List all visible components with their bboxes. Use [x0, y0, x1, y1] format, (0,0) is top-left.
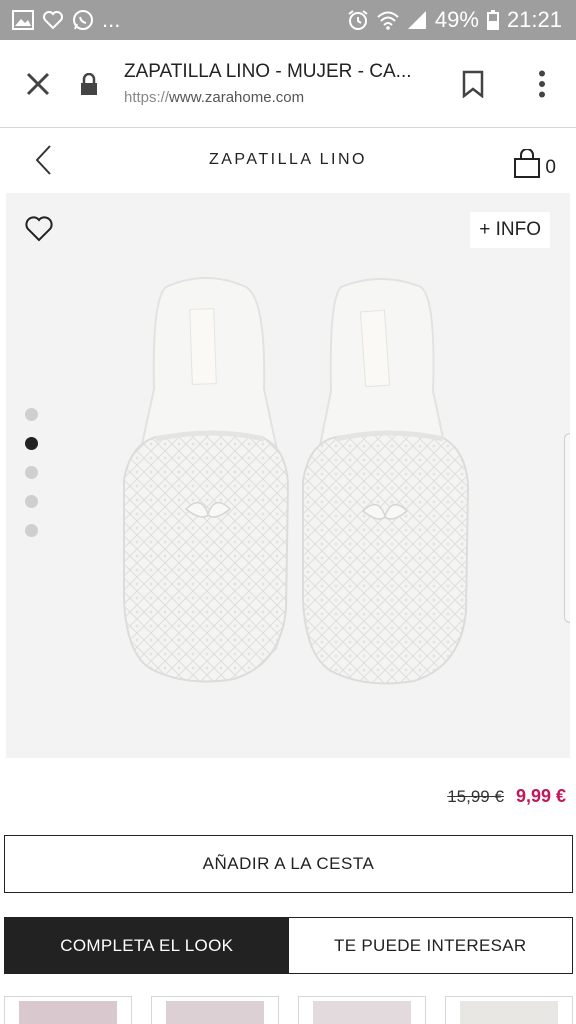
sale-price: 9,99 €: [515, 786, 566, 806]
gallery-dot[interactable]: [25, 408, 38, 421]
close-tab-button[interactable]: [0, 40, 76, 128]
clock: 21:21: [506, 7, 562, 32]
site-header: ZAPATILLA LINO 0: [0, 129, 576, 191]
product-thumbnail[interactable]: [298, 996, 426, 1024]
tab-you-may-like[interactable]: TE PUEDE INTERESAR: [288, 918, 572, 973]
info-button[interactable]: + INFO: [470, 212, 550, 248]
product-image: [122, 277, 470, 685]
gallery-icon: [12, 10, 34, 30]
url-bar[interactable]: ZAPATILLA LINO - MUJER - CA... https://w…: [124, 61, 438, 106]
back-button[interactable]: [28, 141, 58, 179]
status-bar: ... 49% 21:21: [0, 0, 576, 40]
product-image-gallery[interactable]: + INFO: [6, 193, 570, 758]
gallery-pagination: [25, 408, 38, 537]
gallery-dot-active[interactable]: [25, 437, 38, 450]
heart-notification-icon: [42, 10, 64, 30]
battery-icon: [486, 10, 499, 30]
right-slipper: [302, 278, 470, 685]
bookmark-button[interactable]: [438, 40, 508, 128]
more-vert-icon: [539, 70, 545, 97]
lock-icon: [76, 40, 102, 128]
browser-toolbar: ZAPATILLA LINO - MUJER - CA... https://w…: [0, 40, 576, 128]
price: 15,99 € 9,99 €: [447, 786, 566, 807]
product-heading: ZAPATILLA LINO: [208, 151, 367, 168]
left-slipper: [122, 277, 290, 683]
gallery-dot[interactable]: [25, 524, 38, 537]
gallery-dot[interactable]: [25, 466, 38, 479]
alarm-icon: [347, 9, 369, 31]
related-products: [4, 996, 576, 1024]
side-panel-handle[interactable]: [564, 433, 570, 623]
tab-complete-the-look[interactable]: COMPLETA EL LOOK: [5, 918, 289, 973]
product-thumbnail[interactable]: [151, 996, 279, 1024]
page-url: https://www.zarahome.com: [124, 89, 305, 106]
cart-button[interactable]: 0: [513, 141, 556, 179]
page-title: ZAPATILLA LINO - MUJER - CA...: [124, 61, 412, 82]
cart-count: 0: [545, 157, 556, 178]
add-to-cart-button[interactable]: AÑADIR A LA CESTA: [4, 835, 573, 893]
product-thumbnail[interactable]: [445, 996, 573, 1024]
whatsapp-icon: [72, 9, 94, 31]
browser-menu-button[interactable]: [508, 40, 576, 128]
battery-percent: 49%: [434, 7, 479, 32]
recommendation-tabs: COMPLETA EL LOOK TE PUEDE INTERESAR: [4, 917, 573, 974]
more-notifications: ...: [102, 7, 121, 32]
original-price: 15,99 €: [447, 786, 504, 806]
gallery-dot[interactable]: [25, 495, 38, 508]
wishlist-button[interactable]: [24, 215, 54, 243]
bookmark-icon: [462, 70, 484, 98]
shopping-bag-icon: [514, 149, 541, 178]
signal-icon: [407, 10, 427, 30]
wifi-icon: [377, 10, 399, 30]
heart-icon: [25, 216, 53, 242]
product-thumbnail[interactable]: [4, 996, 132, 1024]
close-icon: [26, 72, 50, 95]
chevron-left-icon: [35, 145, 51, 175]
